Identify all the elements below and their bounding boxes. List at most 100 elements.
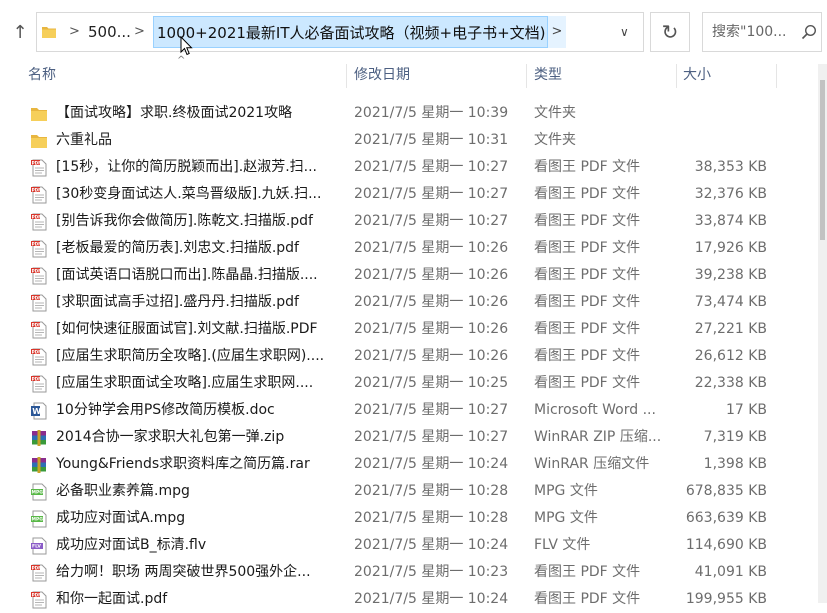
- folder-icon: [42, 27, 56, 38]
- file-row[interactable]: PDF [面试英语口语脱口而出].陈晶晶.扫描版.... 2021/7/5 星期一 …: [0, 262, 827, 289]
- file-name: 成功应对面试B_标清.flv: [56, 537, 207, 553]
- search-box[interactable]: 搜索"100...: [702, 12, 822, 52]
- file-name: [别告诉我你会做简历].陈乾文.扫描版.pdf: [56, 213, 313, 229]
- navigation-bar: ↑ > 500... > 1000+2021最新IT人必备面试攻略（视频+电子书…: [0, 0, 827, 64]
- file-row[interactable]: PDF 和你一起面试.pdf 2021/7/5 星期一 10:24 看图王 PDF 文…: [0, 586, 827, 613]
- svg-text:PDF: PDF: [32, 241, 42, 246]
- scrollbar-thumb[interactable]: [820, 80, 825, 240]
- file-modified-date: 2021/7/5 星期一 10:26: [354, 321, 509, 337]
- file-type: 看图王 PDF 文件: [534, 294, 641, 310]
- column-header-type[interactable]: 类型: [534, 62, 562, 88]
- column-divider[interactable]: [346, 64, 347, 88]
- svg-text:PDF: PDF: [32, 376, 42, 381]
- column-divider[interactable]: [676, 64, 677, 88]
- up-arrow-button[interactable]: ↑: [8, 20, 32, 46]
- mpg-icon: MPG: [30, 483, 48, 501]
- file-modified-date: 2021/7/5 星期一 10:27: [354, 429, 509, 445]
- svg-text:PDF: PDF: [32, 214, 42, 219]
- file-size: 1,398 KB: [703, 456, 767, 472]
- file-modified-date: 2021/7/5 星期一 10:27: [354, 213, 509, 229]
- search-input[interactable]: 搜索"100...: [712, 13, 787, 51]
- file-name: 【面试攻略】求职.终极面试2021攻略: [56, 105, 293, 121]
- file-modified-date: 2021/7/5 星期一 10:28: [354, 483, 509, 499]
- file-type: 看图王 PDF 文件: [534, 375, 641, 391]
- pdf-icon: PDF: [30, 348, 48, 366]
- file-row[interactable]: PDF [如何快速征服面试官].刘文献.扫描版.PDF 2021/7/5 星期一 1…: [0, 316, 827, 343]
- chevron-right-icon[interactable]: >: [547, 16, 566, 48]
- address-history-dropdown[interactable]: ∨: [620, 13, 629, 51]
- breadcrumb-parent[interactable]: 500...: [88, 13, 131, 51]
- sort-indicator-icon: ^: [177, 55, 186, 66]
- svg-text:PDF: PDF: [32, 295, 42, 300]
- pdf-icon: PDF: [30, 294, 48, 312]
- file-type: FLV 文件: [534, 537, 591, 553]
- breadcrumb-current[interactable]: 1000+2021最新IT人必备面试攻略（视频+电子书+文档): [153, 16, 565, 48]
- file-modified-date: 2021/7/5 星期一 10:26: [354, 294, 509, 310]
- refresh-button[interactable]: ↻: [650, 12, 690, 52]
- file-modified-date: 2021/7/5 星期一 10:28: [354, 510, 509, 526]
- file-type: Microsoft Word ...: [534, 402, 656, 418]
- file-row[interactable]: FLV 成功应对面试B_标清.flv 2021/7/5 星期一 10:24 FLV 文…: [0, 532, 827, 559]
- address-bar[interactable]: > 500... > 1000+2021最新IT人必备面试攻略（视频+电子书+文…: [36, 12, 644, 52]
- file-type: 文件夹: [534, 105, 576, 121]
- pdf-icon: PDF: [30, 213, 48, 231]
- column-header-name[interactable]: 名称: [28, 62, 56, 88]
- file-row[interactable]: PDF [30秒变身面试达人.菜鸟晋级版].九妖.扫... 2021/7/5 星期一…: [0, 181, 827, 208]
- column-header-date[interactable]: 修改日期: [354, 62, 410, 88]
- file-type: MPG 文件: [534, 483, 598, 499]
- file-type: 看图王 PDF 文件: [534, 321, 641, 337]
- column-divider[interactable]: [526, 64, 527, 88]
- breadcrumb-separator[interactable]: >: [134, 13, 145, 51]
- file-row[interactable]: PDF [应届生求职面试全攻略].应届生求职网.... 2021/7/5 星期一 1…: [0, 370, 827, 397]
- file-type: 看图王 PDF 文件: [534, 213, 641, 229]
- svg-text:PDF: PDF: [32, 160, 42, 165]
- file-name: 10分钟学会用PS修改简历模板.doc: [56, 402, 275, 418]
- file-size: 199,955 KB: [685, 591, 767, 607]
- file-row[interactable]: 2014合协一家求职大礼包第一弹.zip 2021/7/5 星期一 10:27 Wi…: [0, 424, 827, 451]
- pdf-icon: PDF: [30, 591, 48, 609]
- file-modified-date: 2021/7/5 星期一 10:26: [354, 240, 509, 256]
- column-header-size[interactable]: 大小: [683, 62, 711, 88]
- file-modified-date: 2021/7/5 星期一 10:23: [354, 564, 509, 580]
- svg-text:PDF: PDF: [32, 565, 42, 570]
- file-type: MPG 文件: [534, 510, 598, 526]
- search-icon[interactable]: [801, 24, 817, 40]
- column-divider[interactable]: [776, 64, 777, 88]
- file-row[interactable]: PDF [老板最爱的简历表].刘忠文.扫描版.pdf 2021/7/5 星期一 10…: [0, 235, 827, 262]
- file-row[interactable]: Young&Friends求职资料库之简历篇.rar 2021/7/5 星期一 1…: [0, 451, 827, 478]
- file-name: Young&Friends求职资料库之简历篇.rar: [56, 456, 310, 472]
- vertical-scrollbar[interactable]: [818, 64, 827, 603]
- file-name: [应届生求职简历全攻略].(应届生求职网)....: [56, 348, 325, 364]
- file-row[interactable]: PDF [别告诉我你会做简历].陈乾文.扫描版.pdf 2021/7/5 星期一 1…: [0, 208, 827, 235]
- pdf-icon: PDF: [30, 240, 48, 258]
- breadcrumb-separator[interactable]: >: [69, 13, 80, 51]
- file-row[interactable]: PDF [求职面试高手过招].盛丹丹.扫描版.pdf 2021/7/5 星期一 10…: [0, 289, 827, 316]
- svg-text:MPG: MPG: [32, 490, 44, 496]
- file-name: [30秒变身面试达人.菜鸟晋级版].九妖.扫...: [56, 186, 322, 202]
- file-size: 39,238 KB: [694, 267, 767, 283]
- file-row[interactable]: PDF [15秒，让你的简历脱颖而出].赵淑芳.扫... 2021/7/5 星期一 …: [0, 154, 827, 181]
- file-modified-date: 2021/7/5 星期一 10:27: [354, 186, 509, 202]
- pdf-icon: PDF: [30, 186, 48, 204]
- file-size: 114,690 KB: [685, 537, 767, 553]
- mouse-cursor-icon: [180, 36, 193, 56]
- file-row[interactable]: MPG 成功应对面试A.mpg 2021/7/5 星期一 10:28 MPG 文件 66…: [0, 505, 827, 532]
- svg-text:PDF: PDF: [32, 592, 42, 597]
- file-row[interactable]: PDF 给力啊！职场 两周突破世界500强外企... 2021/7/5 星期一 10…: [0, 559, 827, 586]
- file-row[interactable]: 【面试攻略】求职.终极面试2021攻略 2021/7/5 星期一 10:39 文件夹: [0, 100, 827, 127]
- file-row[interactable]: 六重礼品 2021/7/5 星期一 10:31 文件夹: [0, 127, 827, 154]
- file-modified-date: 2021/7/5 星期一 10:26: [354, 348, 509, 364]
- file-modified-date: 2021/7/5 星期一 10:24: [354, 456, 509, 472]
- file-row[interactable]: W 10分钟学会用PS修改简历模板.doc 2021/7/5 星期一 10:27 Mi…: [0, 397, 827, 424]
- file-size: 663,639 KB: [685, 510, 767, 526]
- file-row[interactable]: PDF [应届生求职简历全攻略].(应届生求职网).... 2021/7/5 星期一…: [0, 343, 827, 370]
- rar-icon: [30, 429, 48, 447]
- file-size: 7,319 KB: [703, 429, 767, 445]
- file-name: [15秒，让你的简历脱颖而出].赵淑芳.扫...: [56, 159, 317, 175]
- file-row[interactable]: MPG 必备职业素养篇.mpg 2021/7/5 星期一 10:28 MPG 文件 67…: [0, 478, 827, 505]
- file-type: WinRAR 压缩文件: [534, 456, 650, 472]
- pdf-icon: PDF: [30, 267, 48, 285]
- file-name: 给力啊！职场 两周突破世界500强外企...: [56, 564, 311, 580]
- file-modified-date: 2021/7/5 星期一 10:25: [354, 375, 509, 391]
- svg-text:PDF: PDF: [32, 187, 42, 192]
